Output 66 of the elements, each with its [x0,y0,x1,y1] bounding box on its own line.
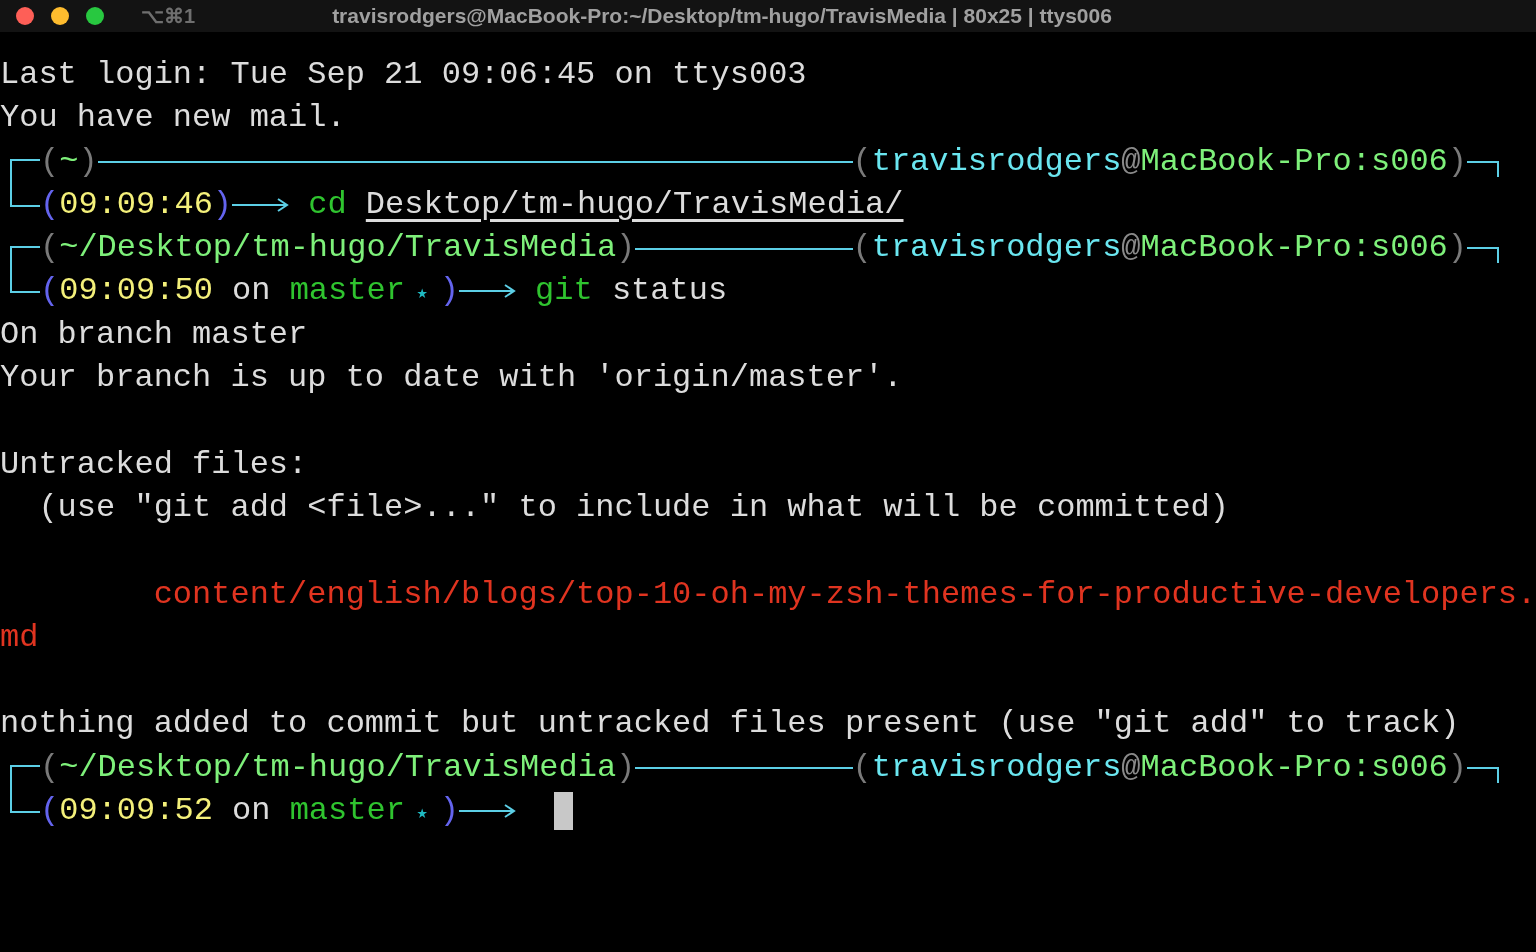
window-title: travisrodgers@MacBook-Pro:~/Desktop/tm-hugo/TravisMedia | 80x25 | ttys006 [332,4,1112,28]
at-sign: @ [1121,747,1141,788]
bracket-text: ) [78,141,98,182]
command-name: git [535,271,593,312]
prompt-path: ~/Desktop/tm-hugo/TravisMedia [59,747,617,788]
zoom-button[interactable] [86,7,104,25]
prompt-user: travisrodgers [871,228,1122,269]
prompt-time: 09:09:46 [59,184,213,225]
close-button[interactable] [16,7,34,25]
terminal-text: (use "git add <file>..." to include in what will be committed) [37,487,1229,528]
prompt-user: travisrodgers [871,141,1122,182]
prompt-path: ~/Desktop/tm-hugo/TravisMedia [59,228,617,269]
bracket-text: ) [1447,141,1467,182]
bracket-text: ( [40,184,60,225]
bracket-text: ) [616,228,636,269]
prompt-path: ~ [59,141,79,182]
frame-line [10,789,40,813]
bracket-text: ( [40,791,60,832]
terminal-text: on [231,791,272,832]
prompt-host: MacBook-Pro:s006 [1140,141,1448,182]
frame-line [1467,766,1499,783]
terminal-text: on [231,271,272,312]
command-argument: Desktop/tm-hugo/TravisMedia/ [365,184,905,225]
terminal-text: status [611,271,728,312]
bracket-text: ) [439,271,459,312]
frame-line [10,245,40,270]
bracket-text: ( [40,228,60,269]
bracket-text: ( [40,747,60,788]
terminal-text: Untracked files: [0,444,308,485]
bracket-text: ( [852,228,872,269]
command-name: cd [308,184,347,225]
bracket-text: ) [439,791,459,832]
bracket-text: ) [212,184,233,225]
bracket-text: ) [1447,747,1467,788]
git-branch: master [289,271,405,312]
terminal-text: nothing added to commit but untracked files present (use "git add" to track) [0,704,1460,745]
untracked-file-path: content/english/blogs/top-10-oh-my-zsh-themes-for-productive-developers. [152,574,1536,615]
bracket-text: ( [852,141,872,182]
terminal-text: Your branch is up to date with 'origin/master'. [0,358,903,399]
at-sign: @ [1121,141,1141,182]
frame-line [1467,247,1499,264]
bracket-text: ) [1447,228,1467,269]
git-branch: master [289,791,405,832]
prompt-host: MacBook-Pro:s006 [1140,747,1448,788]
frame-line [1467,160,1499,177]
terminal-text: You have new mail. [0,98,346,139]
prompt-host: MacBook-Pro:s006 [1140,228,1448,269]
bracket-text: ) [616,747,636,788]
tab-shortcut: ⌥⌘1 [141,4,196,28]
status-star-label: ★ [415,802,429,826]
bracket-text: ( [40,271,60,312]
terminal-text: On branch master [0,314,308,355]
terminal-text: Last login: Tue Sep 21 09:06:45 on ttys003 [0,55,807,95]
frame-line [10,182,40,207]
prompt-time: 09:09:50 [59,271,213,312]
frame-line [10,159,40,183]
bracket-text: ( [852,747,872,788]
minimize-button[interactable] [51,7,69,25]
prompt-time: 09:09:52 [59,791,213,832]
frame-line [10,269,40,294]
status-star-label: ★ [415,282,429,306]
untracked-file-path: md [0,617,39,658]
frame-line [10,765,40,790]
at-sign: @ [1121,228,1141,269]
bracket-text: ( [40,141,60,182]
prompt-user: travisrodgers [871,747,1122,788]
